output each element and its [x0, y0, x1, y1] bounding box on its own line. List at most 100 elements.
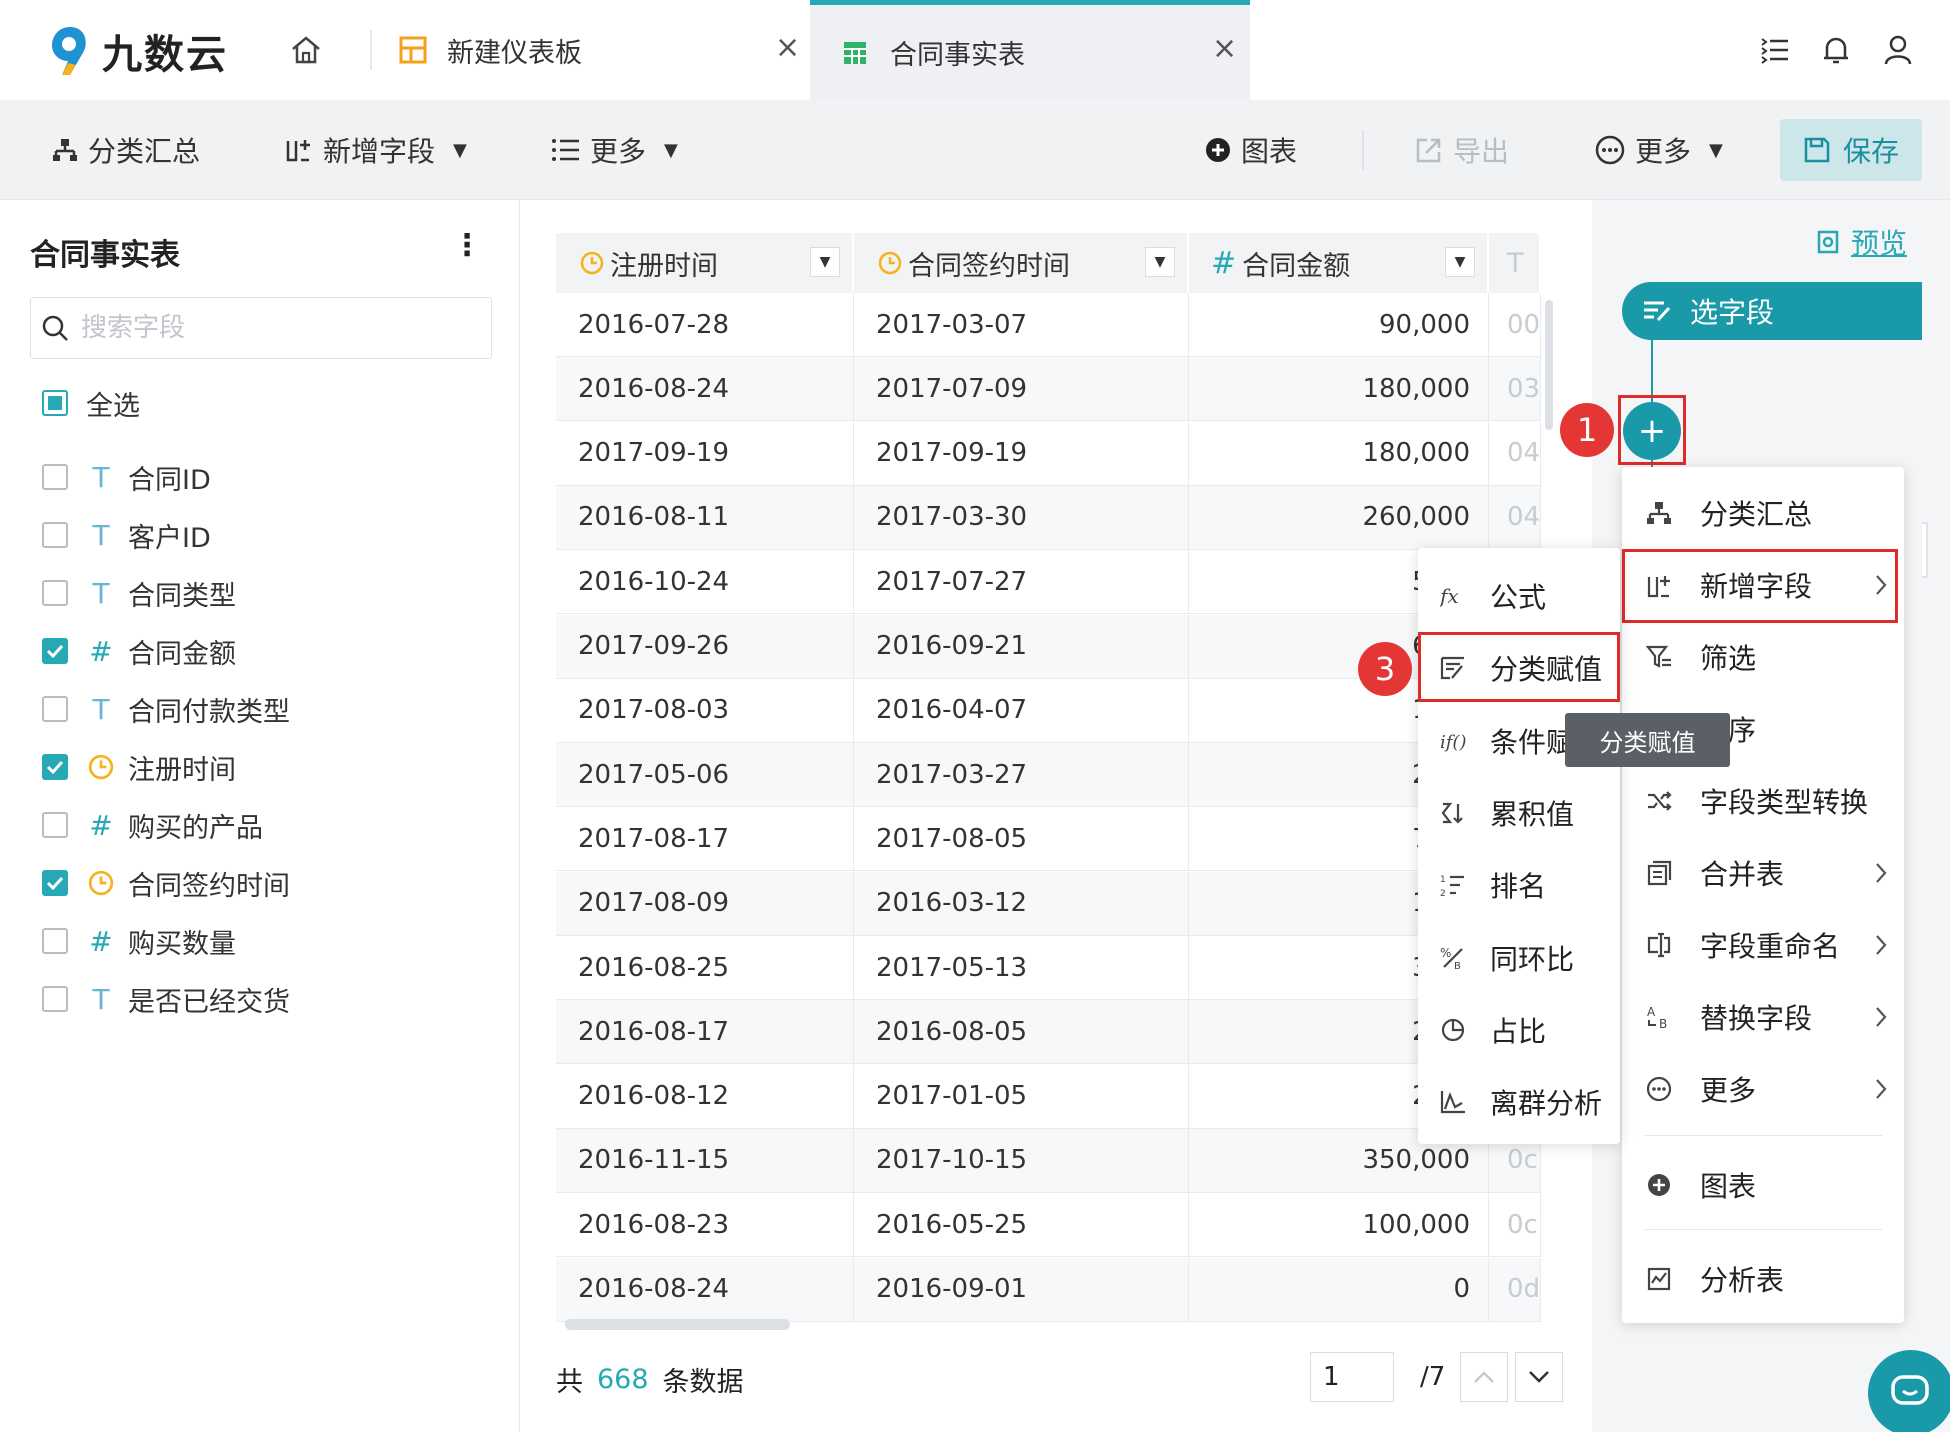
preview-link[interactable]: 预览: [1815, 222, 1907, 262]
checkbox[interactable]: [42, 870, 68, 896]
search-input[interactable]: [81, 313, 461, 343]
menu-item[interactable]: 分类汇总: [1622, 477, 1904, 549]
user-icon[interactable]: [1884, 34, 1912, 66]
menu-divider: [1644, 1229, 1882, 1230]
submenu-item[interactable]: % B 同环比: [1418, 922, 1620, 994]
column-header[interactable]: 合同签约时间 ▼: [854, 233, 1189, 293]
submenu-item[interactable]: 1 2 排名: [1418, 849, 1620, 921]
menu-item[interactable]: 图表: [1622, 1149, 1904, 1221]
bell-icon[interactable]: [1822, 34, 1850, 66]
column-header[interactable]: T: [1489, 233, 1541, 293]
menu-item-label: 更多: [1700, 1074, 1757, 1107]
menu-item[interactable]: A B 替换字段: [1622, 981, 1904, 1053]
close-icon[interactable]: ×: [775, 30, 800, 65]
horizontal-scrollbar[interactable]: [565, 1319, 790, 1330]
field-item[interactable]: # 购买的产品: [42, 805, 263, 845]
checkbox[interactable]: [42, 390, 68, 416]
table-row[interactable]: 2016-08-172016-08-05200,: [556, 1000, 1541, 1065]
checkbox[interactable]: [42, 522, 68, 548]
vertical-scrollbar[interactable]: [1545, 300, 1553, 430]
add-field-button[interactable]: 新增字段 ▼: [285, 100, 467, 200]
chart-button[interactable]: 图表: [1205, 100, 1297, 200]
pie-icon: [1438, 1017, 1468, 1043]
chat-support-button[interactable]: [1868, 1350, 1950, 1432]
table-row[interactable]: 2016-08-24 2017-07-09 180,000 03: [556, 357, 1541, 422]
edit-list-icon: [1644, 301, 1671, 322]
tab-contract-table[interactable]: 合同事实表 ×: [810, 0, 1250, 100]
field-search[interactable]: [30, 297, 492, 359]
field-item[interactable]: # 购买数量: [42, 921, 236, 961]
table-row[interactable]: 2017-08-172017-08-05720,: [556, 807, 1541, 872]
list-icon[interactable]: [1760, 36, 1790, 64]
table-row[interactable]: 2016-08-252017-05-13320,: [556, 936, 1541, 1000]
table-row[interactable]: 2017-08-092016-03-12150,: [556, 871, 1541, 936]
kebab-menu-icon[interactable]: ⋮: [452, 228, 482, 263]
highlight-box: [1418, 632, 1620, 702]
field-label: 合同ID: [128, 464, 211, 496]
select-field-step[interactable]: 选字段: [1622, 282, 1922, 340]
table-row[interactable]: 2017-09-19 2017-09-19 180,000 04: [556, 421, 1541, 486]
menu-item[interactable]: 分析表: [1622, 1243, 1904, 1315]
field-item[interactable]: T 是否已经交货: [42, 979, 290, 1019]
summary-button[interactable]: 分类汇总: [52, 100, 200, 200]
tab-dashboard[interactable]: 新建仪表板 ×: [375, 0, 810, 100]
table-row[interactable]: 2016-08-23 2016-05-25 100,000 0c: [556, 1193, 1541, 1258]
app-logo[interactable]: 九数云: [48, 22, 228, 80]
save-button[interactable]: 保存: [1780, 119, 1922, 181]
checkbox[interactable]: [42, 754, 68, 780]
checkbox[interactable]: [42, 580, 68, 606]
field-item[interactable]: T 合同ID: [42, 457, 211, 497]
svg-text:1: 1: [1440, 875, 1446, 885]
table-row[interactable]: 2016-08-24 2016-09-01 0 0d: [556, 1257, 1541, 1322]
column-dropdown-icon[interactable]: ▼: [1445, 247, 1475, 277]
column-header[interactable]: 注册时间 ▼: [556, 233, 854, 293]
checkbox[interactable]: [42, 812, 68, 838]
table-row[interactable]: 2016-08-11 2017-03-30 260,000 04: [556, 485, 1541, 550]
logo-icon: [52, 27, 86, 75]
field-item[interactable]: 合同签约时间: [42, 863, 290, 903]
table-cell: 2017-01-05: [854, 1064, 1189, 1129]
submenu-item[interactable]: 累积值: [1418, 777, 1620, 849]
checkbox[interactable]: [42, 928, 68, 954]
table-cell: 04: [1489, 485, 1541, 550]
page-up-button[interactable]: [1460, 1352, 1508, 1402]
checkbox[interactable]: [42, 986, 68, 1012]
field-item[interactable]: T 客户ID: [42, 515, 211, 555]
chevron-right-icon: [1874, 934, 1888, 956]
column-dropdown-icon[interactable]: ▼: [810, 247, 840, 277]
page-down-button[interactable]: [1515, 1352, 1563, 1402]
submenu-item[interactable]: 占比: [1418, 994, 1620, 1066]
field-item[interactable]: 注册时间: [42, 747, 236, 787]
select-all-checkbox[interactable]: 全选: [42, 383, 140, 423]
add-step-button[interactable]: +: [1623, 402, 1681, 460]
page-number-input[interactable]: 1: [1310, 1352, 1394, 1402]
more-options-button[interactable]: 更多 ▼: [1595, 100, 1723, 200]
table-row[interactable]: 2016-10-242017-07-27500,: [556, 550, 1541, 615]
home-icon[interactable]: [290, 35, 322, 65]
table-row[interactable]: 2016-11-15 2017-10-15 350,000 0c: [556, 1128, 1541, 1193]
column-header[interactable]: # 合同金额 ▼: [1189, 233, 1489, 293]
menu-item-label: 分析表: [1700, 1264, 1785, 1297]
menu-item[interactable]: 更多: [1622, 1053, 1904, 1125]
field-item[interactable]: T 合同付款类型: [42, 689, 290, 729]
field-item[interactable]: # 合同金额: [42, 631, 236, 671]
checkbox[interactable]: [42, 696, 68, 722]
more-menu-button[interactable]: 更多 ▼: [552, 100, 678, 200]
checkbox[interactable]: [42, 638, 68, 664]
column-dropdown-icon[interactable]: ▼: [1145, 247, 1175, 277]
menu-item[interactable]: 合并表: [1622, 837, 1904, 909]
table-row[interactable]: 2017-05-062017-03-27210,: [556, 743, 1541, 808]
submenu-item[interactable]: 离群分析: [1418, 1066, 1620, 1138]
export-button[interactable]: 导出: [1415, 100, 1509, 200]
table-row[interactable]: 2016-07-28 2017-03-07 90,000 00: [556, 293, 1541, 357]
menu-item[interactable]: 字段重命名: [1622, 909, 1904, 981]
menu-item[interactable]: 字段类型转换: [1622, 765, 1904, 837]
step-badge: 3: [1358, 642, 1412, 696]
field-item[interactable]: T 合同类型: [42, 573, 236, 613]
table-row[interactable]: 2016-08-122017-01-05270,: [556, 1064, 1541, 1129]
menu-item[interactable]: 筛选: [1622, 621, 1904, 693]
checkbox[interactable]: [42, 464, 68, 490]
submenu-item[interactable]: fx 公式: [1418, 560, 1620, 632]
close-icon[interactable]: ×: [1212, 31, 1237, 66]
table-cell: 2016-08-23: [556, 1193, 854, 1258]
